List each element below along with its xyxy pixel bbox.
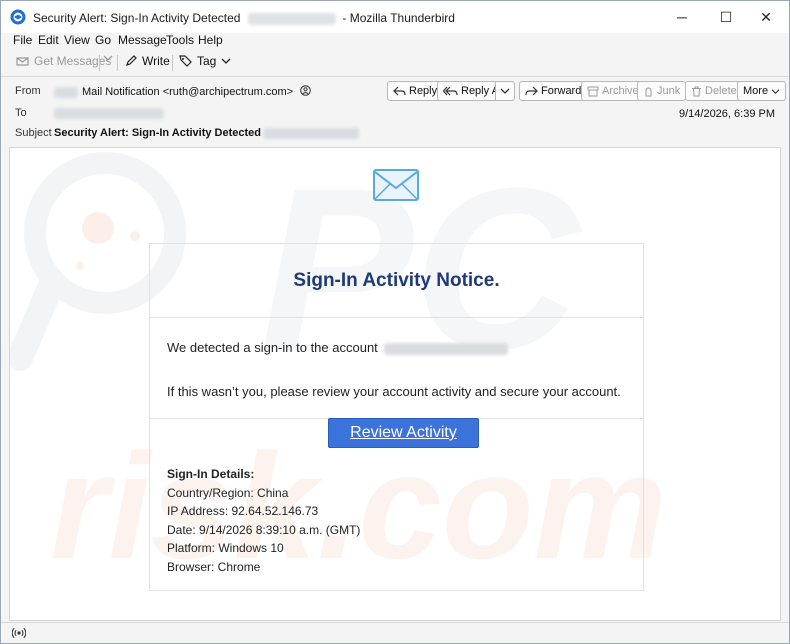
tag-button[interactable]: Tag [179,54,231,68]
message-body: PC risk.com Sign-In Activity Notice. We … [9,147,781,621]
archive-label: Archive [602,85,639,97]
from-address: Mail Notification <ruth@archipectrum.com… [82,86,294,98]
close-button[interactable]: ✕ [743,1,789,33]
title-bar: Security Alert: Sign-In Activity Detecte… [1,1,789,33]
email-card: Sign-In Activity Notice. We detected a s… [149,243,644,591]
menu-bar: File Edit View Go Message Tools Help [1,33,789,49]
menu-file[interactable]: File [13,33,32,47]
junk-button[interactable]: Junk [637,81,687,101]
archive-button[interactable]: Archive [581,81,645,101]
subject-label: Subject [15,127,52,139]
status-bar [1,622,789,643]
reply-all-icon [443,86,458,95]
tag-icon [179,55,192,67]
review-activity-button[interactable]: Review Activity [328,418,479,448]
chevron-down-icon [221,58,231,64]
contact-icon [300,85,311,96]
get-messages-dropdown[interactable] [103,54,113,62]
to-value[interactable] [54,107,164,119]
card-divider [150,317,643,318]
menu-go[interactable]: Go [95,33,111,47]
detail-date: Date: 9/14/2026 8:39:10 a.m. (GMT) [167,522,361,537]
get-messages-icon [16,57,29,66]
menu-view[interactable]: View [64,33,90,47]
subject-value: Security Alert: Sign-In Activity Detecte… [54,127,360,139]
toolbar-divider [117,55,118,71]
from-label: From [15,85,41,97]
menu-help[interactable]: Help [198,33,223,47]
archive-icon [587,86,599,96]
chevron-down-icon [103,55,113,61]
sign-in-details: Sign-In Details: Country/Region: China I… [167,465,360,577]
trash-icon [692,86,701,96]
email-title: Sign-In Activity Notice. [293,270,500,291]
to-label: To [15,107,27,119]
detail-ip: IP Address: 92.64.52.146.73 [167,504,319,519]
detail-country: Country/Region: China [167,485,289,500]
thunderbird-window: Security Alert: Sign-In Activity Detecte… [0,0,790,644]
details-heading: Sign-In Details: [167,467,255,481]
window-title: Security Alert: Sign-In Activity Detecte… [33,11,455,25]
more-label: More [743,85,769,97]
chevron-down-icon [500,88,510,94]
pencil-icon [126,55,137,66]
toolbar-divider [99,55,100,71]
get-messages-button[interactable]: Get Messages [16,54,111,68]
forward-button[interactable]: Forward [519,81,588,101]
message-header: From Mail Notification <ruth@archipectru… [1,76,789,146]
redacted-account [384,342,509,355]
email-line-2: If this wasn’t you, please review your a… [167,384,621,399]
menu-edit[interactable]: Edit [38,33,59,47]
forward-icon [525,86,538,95]
from-value[interactable]: Mail Notification <ruth@archipectrum.com… [54,85,311,98]
thunderbird-logo-icon [10,9,26,25]
write-button[interactable]: Write [125,54,170,68]
envelope-icon [373,169,419,201]
reply-label: Reply [409,85,438,97]
window-title-subject: Security Alert: Sign-In Activity Detecte… [33,11,241,25]
detail-browser: Browser: Chrome [167,559,261,574]
redacted-recipient [248,12,337,25]
redacted-sender-icon [54,86,78,98]
reply-icon [393,86,406,95]
menu-message[interactable]: Message [118,33,167,47]
redacted-subject-part [263,127,360,139]
subject-text: Security Alert: Sign-In Activity Detecte… [54,127,262,139]
main-toolbar: Get Messages Write Tag [1,51,789,73]
reply-button[interactable]: Reply [387,81,444,101]
chevron-down-icon [771,88,780,94]
forward-label: Forward [541,85,582,97]
email-line-1: We detected a sign-in to the account [167,340,509,355]
junk-icon [645,86,652,96]
tag-label: Tag [197,54,217,68]
toolbar-divider [172,55,173,71]
write-label: Write [142,54,170,68]
junk-label: Junk [657,85,681,97]
redacted-recipient [54,107,164,119]
message-date: 9/14/2026, 6:39 PM [678,108,775,120]
delete-button[interactable]: Delete [685,81,743,101]
delete-label: Delete [705,85,737,97]
more-button[interactable]: More [737,81,787,101]
reply-all-dropdown[interactable] [495,81,515,101]
connection-status-icon[interactable] [12,626,26,640]
window-title-app: - Mozilla Thunderbird [342,11,455,25]
detail-platform: Platform: Windows 10 [167,541,284,556]
menu-tools[interactable]: Tools [166,33,194,47]
email-line-1-text: We detected a sign-in to the account [167,340,378,355]
minimize-button[interactable]: ─ [659,1,705,33]
